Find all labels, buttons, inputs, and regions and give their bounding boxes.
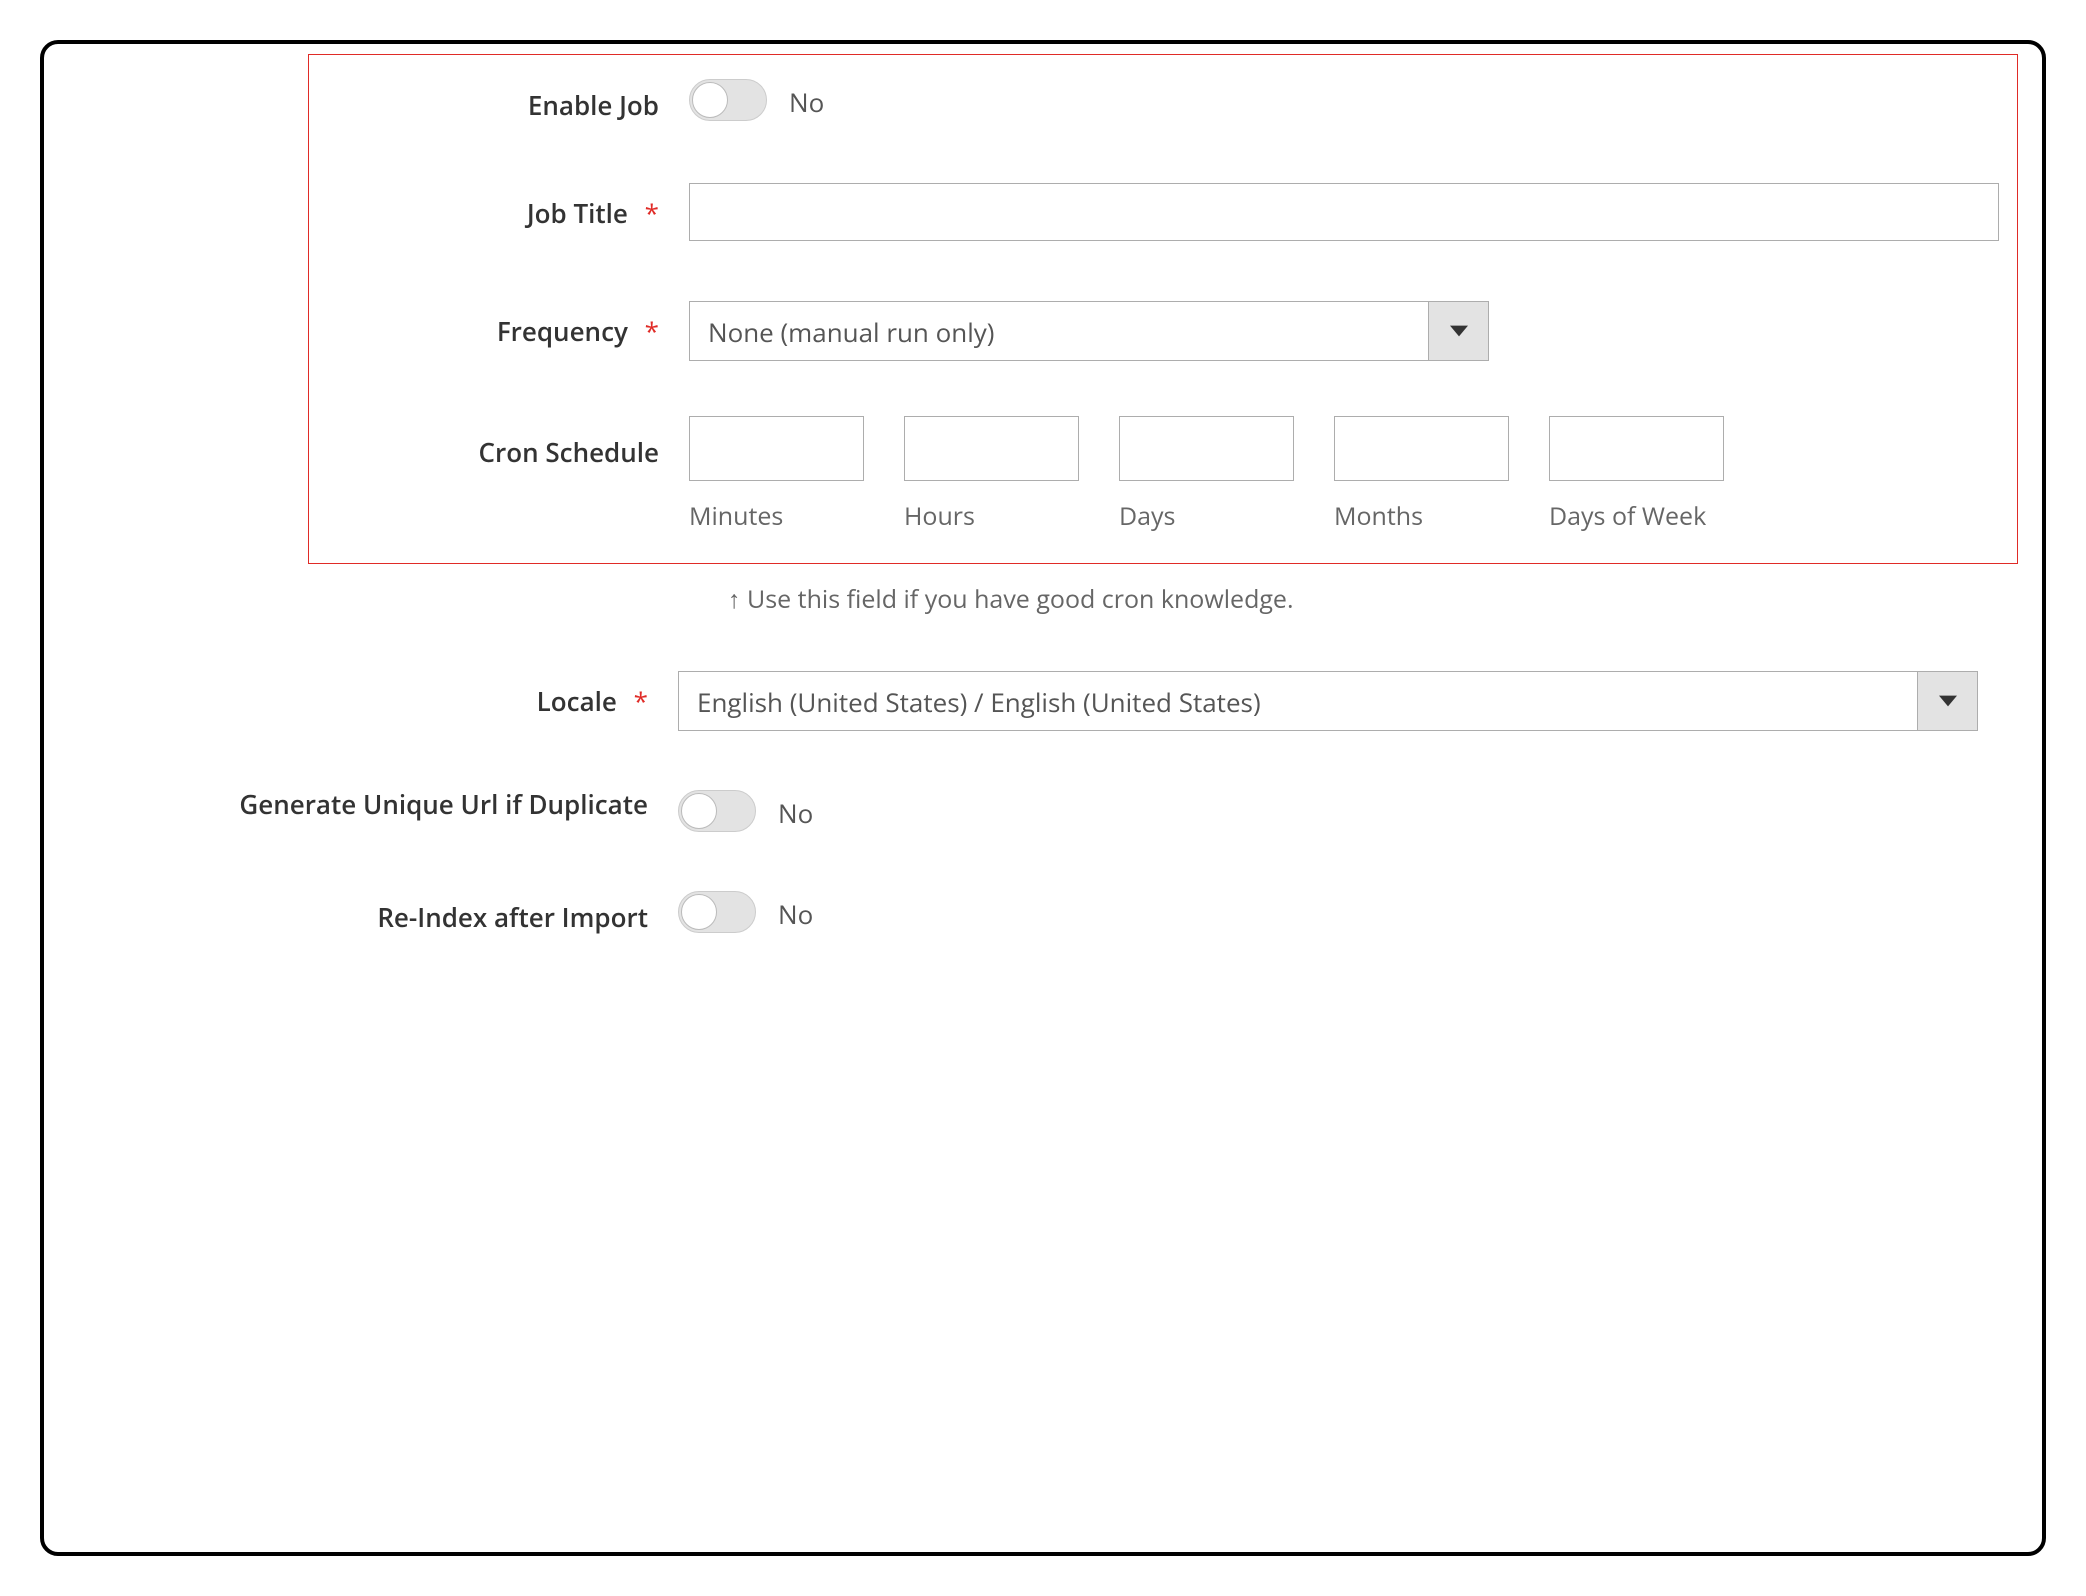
cron-group: Minutes Hours Days Months [689, 416, 1724, 533]
input-cron-hours[interactable] [904, 416, 1079, 481]
input-job-title[interactable] [689, 183, 1999, 241]
cron-minutes: Minutes [689, 416, 864, 533]
toggle-unique-url-value: No [778, 787, 813, 831]
label-reindex: Re-Index after Import [58, 887, 678, 935]
cron-dow: Days of Week [1549, 416, 1724, 533]
required-mark: * [634, 683, 648, 719]
input-cron-minutes[interactable] [689, 416, 864, 481]
row-reindex: Re-Index after Import No [58, 887, 2028, 935]
input-cron-days[interactable] [1119, 416, 1294, 481]
select-locale-button[interactable] [1917, 672, 1977, 730]
label-frequency: Frequency * [319, 301, 689, 349]
row-enable-job: Enable Job No [319, 75, 2007, 123]
select-frequency-value: None (manual run only) [690, 302, 1428, 360]
label-enable-job: Enable Job [319, 75, 689, 123]
input-cron-months[interactable] [1334, 416, 1509, 481]
cron-hours: Hours [904, 416, 1079, 533]
toggle-knob [692, 82, 728, 118]
cron-hint-text: ↑ Use this field if you have good cron k… [728, 582, 1294, 616]
label-cron-hours: Hours [904, 499, 1079, 533]
row-job-title: Job Title * [319, 183, 2007, 241]
label-cron-schedule: Cron Schedule [319, 416, 689, 470]
label-unique-url: Generate Unique Url if Duplicate [58, 786, 678, 822]
label-frequency-text: Frequency [497, 313, 628, 349]
row-frequency: Frequency * None (manual run only) [319, 301, 2007, 361]
select-locale[interactable]: English (United States) / English (Unite… [678, 671, 1978, 731]
label-job-title: Job Title * [319, 183, 689, 231]
toggle-enable-job[interactable] [689, 79, 767, 121]
label-cron-days: Days [1119, 499, 1294, 533]
chevron-down-icon [1450, 322, 1468, 340]
label-cron-minutes: Minutes [689, 499, 864, 533]
select-frequency-button[interactable] [1428, 302, 1488, 360]
settings-panel: Enable Job No Job Title * Frequency * [40, 40, 2046, 1556]
toggle-knob [681, 894, 717, 930]
toggle-knob [681, 793, 717, 829]
select-locale-value: English (United States) / English (Unite… [679, 672, 1917, 730]
toggle-unique-url[interactable] [678, 790, 756, 832]
required-mark: * [645, 195, 659, 231]
row-cron-schedule: Cron Schedule Minutes Hours Days [319, 416, 2007, 533]
cron-days: Days [1119, 416, 1294, 533]
toggle-reindex[interactable] [678, 891, 756, 933]
label-cron-months: Months [1334, 499, 1509, 533]
required-mark: * [645, 313, 659, 349]
toggle-enable-job-value: No [789, 76, 824, 120]
toggle-reindex-value: No [778, 888, 813, 932]
chevron-down-icon [1939, 692, 1957, 710]
highlighted-section: Enable Job No Job Title * Frequency * [308, 54, 2018, 564]
input-cron-dow[interactable] [1549, 416, 1724, 481]
select-frequency[interactable]: None (manual run only) [689, 301, 1489, 361]
row-unique-url: Generate Unique Url if Duplicate No [58, 786, 2028, 832]
label-locale: Locale * [58, 671, 678, 719]
label-job-title-text: Job Title [527, 195, 628, 231]
cron-hint: ↑ Use this field if you have good cron k… [678, 582, 2028, 616]
label-cron-dow: Days of Week [1549, 499, 1724, 533]
row-locale: Locale * English (United States) / Engli… [58, 671, 2028, 731]
label-locale-text: Locale [537, 683, 617, 719]
cron-months: Months [1334, 416, 1509, 533]
